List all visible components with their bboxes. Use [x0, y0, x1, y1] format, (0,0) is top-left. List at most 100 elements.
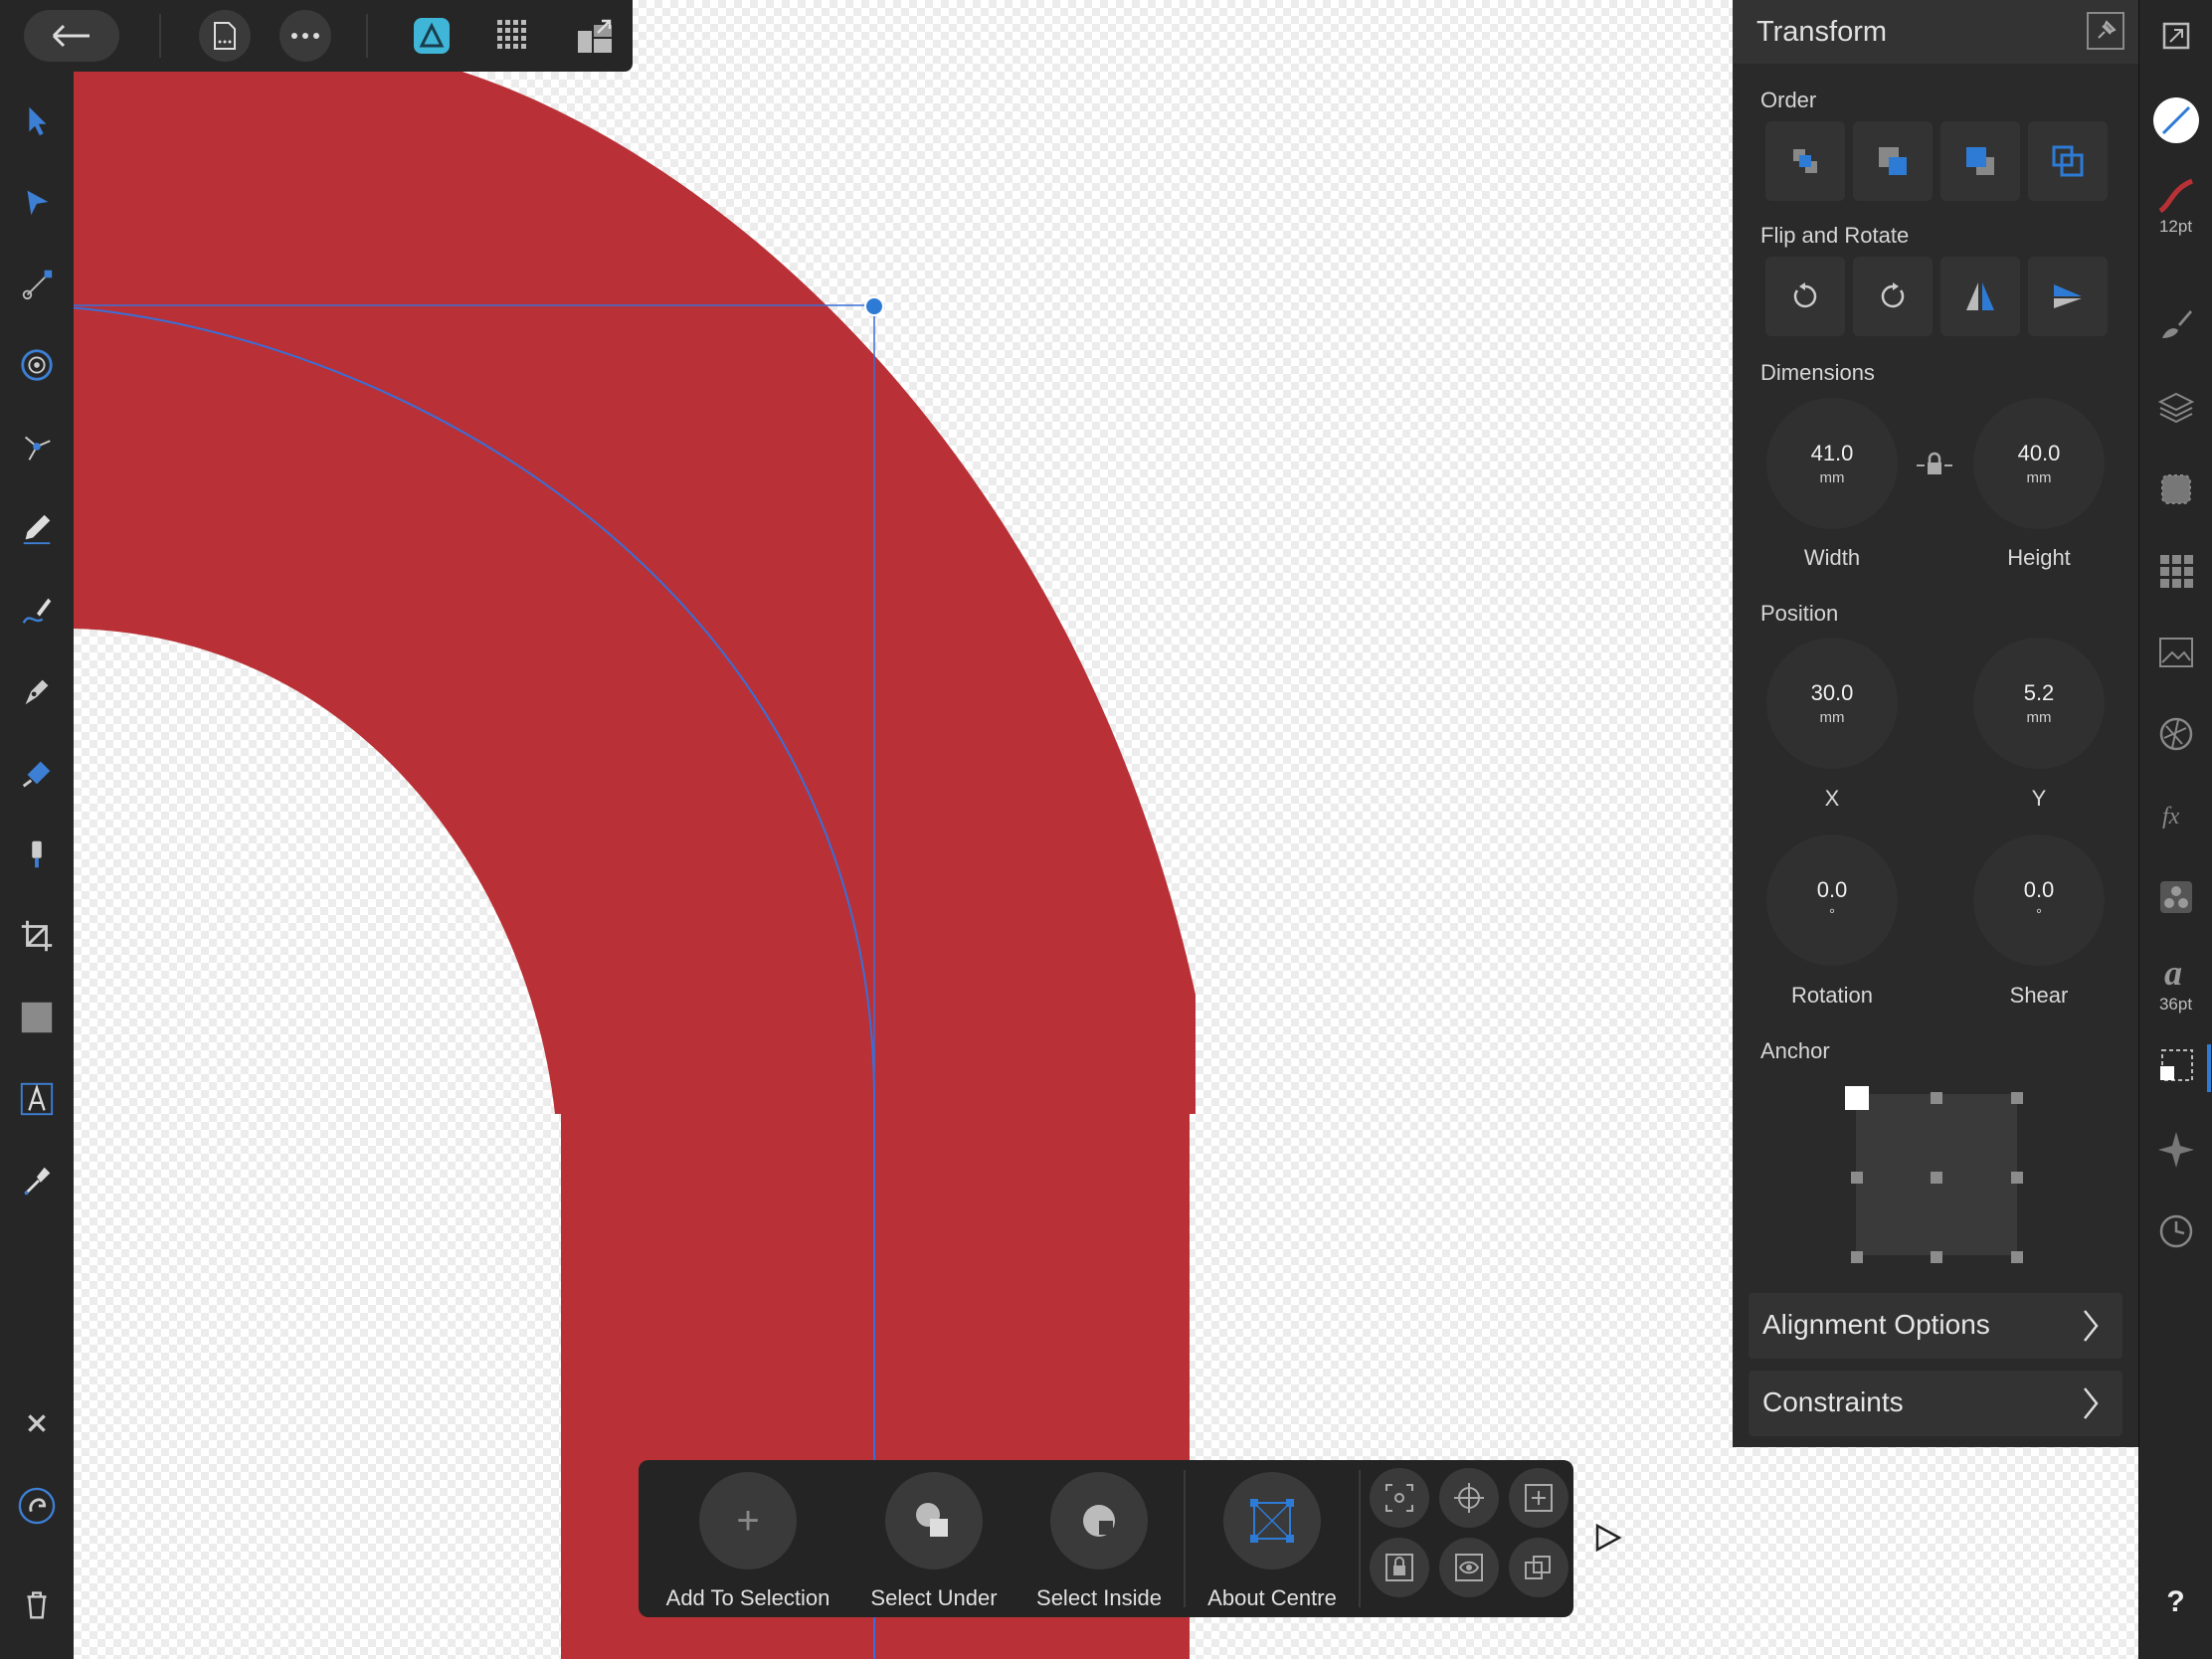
rotation-label: Rotation — [1791, 983, 1873, 1008]
more-button[interactable] — [279, 10, 331, 62]
swatches-panel-button[interactable] — [2139, 551, 2212, 591]
height-dial[interactable]: 40.0 mm — [1973, 398, 2105, 529]
x-unit: mm — [1819, 709, 1845, 726]
width-dial[interactable]: 41.0 mm — [1766, 398, 1898, 529]
left-toolbar — [0, 0, 74, 1659]
navigator-panel-button[interactable] — [2139, 1130, 2212, 1170]
text-styles-panel-button[interactable]: a 36pt — [2139, 953, 2212, 1014]
flip-horizontal-button[interactable] — [1940, 257, 2020, 336]
bounds-icon — [1525, 1484, 1553, 1512]
lock-aspect-ratio-button[interactable] — [1915, 452, 1954, 482]
context-divider — [1359, 1470, 1361, 1607]
pen-tool-icon[interactable] — [10, 664, 64, 718]
anchor-middle-left[interactable] — [1851, 1172, 1863, 1184]
anchor-top-left[interactable] — [1845, 1086, 1869, 1110]
select-under-label: Select Under — [870, 1585, 998, 1610]
eye-icon — [1455, 1554, 1483, 1581]
pin-panel-button[interactable] — [2087, 12, 2124, 50]
anchor-middle-right[interactable] — [2011, 1172, 2023, 1184]
move-to-back-button[interactable] — [1765, 121, 1845, 201]
stroke-button[interactable]: 12pt — [2139, 175, 2212, 237]
add-to-selection-button[interactable]: + Add To Selection — [656, 1472, 839, 1611]
transform-origin-button[interactable] — [1439, 1468, 1499, 1528]
font-icon: a — [2164, 953, 2182, 993]
constraints-expander[interactable]: Constraints — [1749, 1371, 2122, 1436]
duplicate-button[interactable] — [1509, 1538, 1568, 1597]
rotate-ccw-button[interactable] — [1765, 257, 1845, 336]
node-tool-icon[interactable] — [10, 175, 64, 229]
lock-icon — [1917, 452, 1952, 474]
close-icon[interactable] — [10, 1396, 64, 1450]
anchor-bottom-center[interactable] — [1931, 1251, 1942, 1263]
gradient-tool-icon[interactable] — [10, 338, 64, 392]
crop-tool-icon[interactable] — [10, 909, 64, 963]
transparency-tool-icon[interactable] — [10, 828, 64, 881]
select-same-button[interactable] — [1370, 1468, 1429, 1528]
y-dial[interactable]: 5.2 mm — [1973, 638, 2105, 769]
layers-icon — [2157, 392, 2194, 424]
back-button[interactable] — [24, 10, 119, 62]
export-persona-button[interactable] — [569, 10, 621, 62]
alignment-options-expander[interactable]: Alignment Options — [1749, 1293, 2122, 1359]
select-under-button[interactable]: Select Under — [859, 1472, 1009, 1611]
color-swatch-button[interactable] — [2139, 95, 2212, 145]
move-to-front-button[interactable] — [2028, 121, 2108, 201]
about-centre-icon — [1250, 1499, 1294, 1543]
x-value: 30.0 — [1810, 680, 1854, 705]
select-inside-button[interactable]: Select Inside — [1024, 1472, 1174, 1611]
pixel-persona-button[interactable] — [487, 10, 539, 62]
layers-panel-button[interactable] — [2139, 388, 2212, 428]
about-centre-label: About Centre — [1207, 1585, 1337, 1610]
fullscreen-button[interactable] — [2139, 16, 2212, 56]
chevron-right-icon — [2084, 1310, 2099, 1342]
snap-bounds-button[interactable] — [1509, 1468, 1568, 1528]
shear-dial[interactable]: 0.0 ° — [1973, 834, 2105, 966]
fx-panel-button[interactable]: fx — [2139, 796, 2212, 835]
history-panel-button[interactable] — [2139, 1211, 2212, 1251]
pencil-tool-icon[interactable] — [10, 501, 64, 555]
x-dial[interactable]: 30.0 mm — [1766, 638, 1898, 769]
red-arch-shape[interactable] — [74, 60, 1196, 1659]
anchor-bottom-left[interactable] — [1851, 1251, 1863, 1263]
color-picker-tool-icon[interactable] — [10, 1154, 64, 1207]
svg-text:a: a — [2164, 953, 2182, 993]
appearance-panel-button[interactable] — [2139, 714, 2212, 754]
rotate-cw-button[interactable] — [1853, 257, 1933, 336]
symbols-panel-button[interactable] — [2139, 877, 2212, 917]
anchor-bottom-right[interactable] — [2011, 1251, 2023, 1263]
move-back-one-button[interactable] — [1853, 121, 1933, 201]
rotation-dial[interactable]: 0.0 ° — [1766, 834, 1898, 966]
vector-flood-fill-tool-icon[interactable] — [10, 746, 64, 800]
anchor-top-center[interactable] — [1931, 1092, 1942, 1104]
width-value: 41.0 — [1810, 441, 1854, 465]
trash-icon[interactable] — [10, 1577, 64, 1631]
preview-bounds-button[interactable] — [1439, 1538, 1499, 1597]
document-button[interactable] — [199, 10, 251, 62]
help-button[interactable]: ? — [2139, 1585, 2212, 1619]
corner-tool-icon[interactable] — [10, 257, 64, 310]
move-forward-one-button[interactable] — [1940, 121, 2020, 201]
rectangle-tool-icon[interactable] — [10, 991, 64, 1044]
move-tool-icon[interactable] — [10, 93, 64, 147]
duplicate-icon — [1525, 1556, 1551, 1579]
brushes-panel-button[interactable] — [2139, 304, 2212, 344]
anchor-top-right[interactable] — [2011, 1092, 2023, 1104]
stroke-width-label: 12pt — [2158, 217, 2193, 236]
flip-vertical-button[interactable] — [2028, 257, 2108, 336]
effects-panel-button[interactable] — [2139, 469, 2212, 509]
point-transform-tool-icon[interactable] — [10, 420, 64, 473]
clock-icon — [2159, 1214, 2192, 1248]
lock-children-button[interactable] — [1370, 1538, 1429, 1597]
snapping-icon[interactable] — [10, 1479, 64, 1533]
select-under-icon-wrap — [885, 1472, 983, 1569]
vector-brush-tool-icon[interactable] — [10, 583, 64, 637]
anchor-center[interactable] — [1931, 1172, 1942, 1184]
stock-panel-button[interactable] — [2139, 633, 2212, 672]
artistic-text-tool-icon[interactable] — [10, 1072, 64, 1126]
transform-panel-button[interactable] — [2139, 1046, 2212, 1086]
selection-handle[interactable] — [864, 296, 884, 316]
designer-persona-button[interactable] — [406, 10, 458, 62]
aperture-icon — [2159, 717, 2192, 751]
about-centre-button[interactable]: About Centre — [1198, 1472, 1347, 1611]
context-toolbar-toggle[interactable] — [1591, 1522, 1623, 1559]
